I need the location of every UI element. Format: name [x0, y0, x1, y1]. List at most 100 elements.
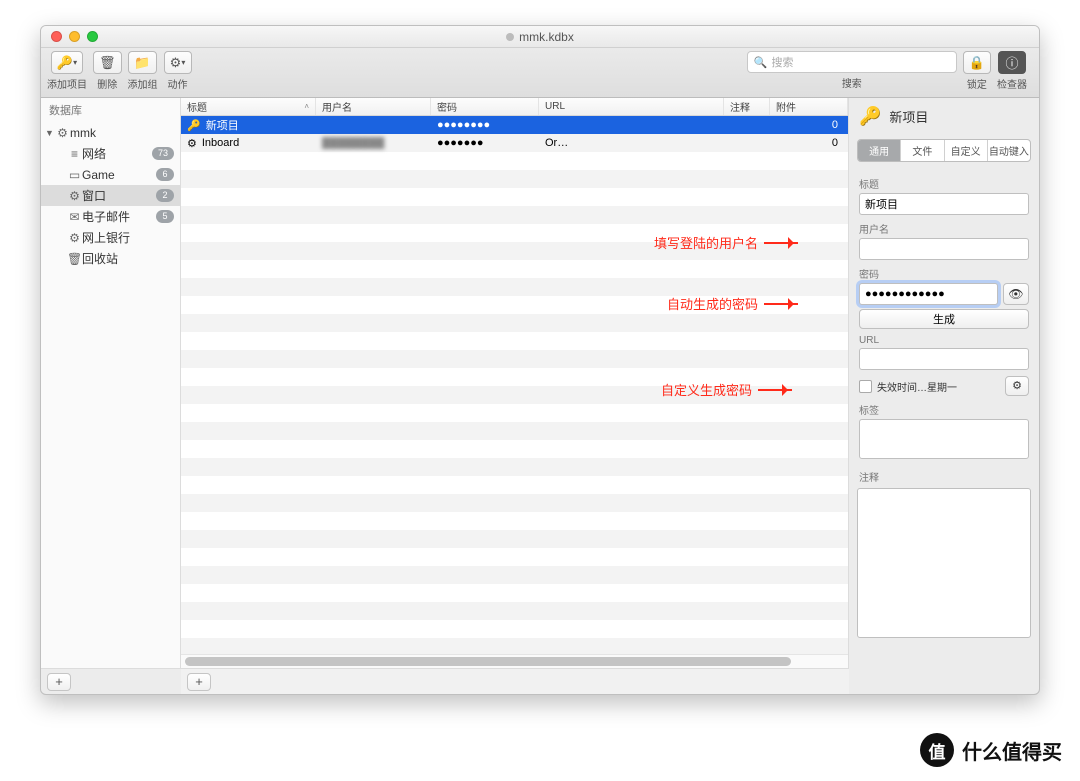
- drive-icon: ≡: [67, 147, 82, 161]
- column-url[interactable]: URL: [539, 98, 724, 115]
- sidebar-item-window[interactable]: ⚙ 窗口 2: [41, 185, 180, 206]
- sidebar: 数据库 ▼ ⚙ mmk ≡ 网络 73 ▭ Game 6 ⚙: [41, 98, 181, 668]
- annotation-generate: 自定义生成密码: [661, 380, 792, 399]
- list-header: 标题˄ 用户名 密码 URL 注释 附件: [181, 98, 848, 116]
- toolbar: 🔑▾ 添加项目 🗑 删除 📁 添加组 ⚙▾ 动作 🔍 搜索 搜索 🔒 锁定: [41, 48, 1039, 98]
- url-label: URL: [859, 335, 1029, 346]
- watermark: 值 什么值得买: [920, 733, 1062, 767]
- entry-att: 0: [770, 137, 848, 149]
- search-input[interactable]: 🔍 搜索: [747, 51, 957, 73]
- disclosure-icon[interactable]: ▼: [45, 128, 55, 138]
- url-field[interactable]: [859, 348, 1029, 370]
- inspector-header: 🔑 新项目: [849, 98, 1039, 135]
- add-group-footer-button[interactable]: +: [47, 673, 71, 691]
- sidebar-item-label: Game: [82, 168, 156, 182]
- window-controls: [41, 31, 98, 42]
- table-row[interactable]: 🔑新项目 ●●●●●●●● 0: [181, 116, 848, 134]
- tab-general[interactable]: 通用: [858, 140, 901, 161]
- tab-files[interactable]: 文件: [901, 140, 944, 161]
- expire-settings-button[interactable]: ⚙: [1005, 376, 1029, 396]
- entry-title: Inboard: [202, 137, 239, 149]
- tree-root-label: mmk: [70, 126, 174, 140]
- sidebar-item-label: 窗口: [82, 187, 156, 204]
- sidebar-item-label: 网上银行: [82, 229, 174, 246]
- count-badge: 6: [156, 168, 174, 181]
- notes-field[interactable]: [857, 488, 1031, 638]
- username-label: 用户名: [859, 221, 1029, 236]
- column-notes[interactable]: 注释: [724, 98, 770, 115]
- gear-icon: ⚙: [187, 137, 197, 150]
- expire-checkbox[interactable]: [859, 380, 872, 393]
- add-entry-footer-button[interactable]: +: [187, 673, 211, 691]
- list-footer: +: [181, 668, 849, 694]
- count-badge: 2: [156, 189, 174, 202]
- tags-field[interactable]: [859, 419, 1029, 459]
- sidebar-item-game[interactable]: ▭ Game 6: [41, 164, 180, 185]
- horizontal-scrollbar[interactable]: [181, 654, 848, 668]
- zoom-window-button[interactable]: [87, 31, 98, 42]
- add-entry-button[interactable]: 🔑▾: [51, 51, 83, 74]
- entry-att: 0: [770, 119, 848, 131]
- reveal-password-button[interactable]: 👁: [1003, 283, 1029, 305]
- gear-icon: ⚙: [67, 189, 82, 203]
- gear-icon: ⚙: [67, 231, 82, 245]
- count-badge: 5: [156, 210, 174, 223]
- generate-password-button[interactable]: 生成: [859, 309, 1029, 329]
- titlebar: mmk.kdbx: [41, 26, 1039, 48]
- inspector-label: 检查器: [997, 76, 1027, 91]
- search-label: 搜索: [842, 75, 862, 90]
- app-window: mmk.kdbx 🔑▾ 添加项目 🗑 删除 📁 添加组 ⚙▾ 动作 🔍 搜索 搜…: [40, 25, 1040, 695]
- annotation-password: 自动生成的密码: [667, 294, 798, 313]
- delete-button[interactable]: 🗑: [93, 51, 122, 74]
- sidebar-item-trash[interactable]: 🗑 回收站: [41, 248, 180, 269]
- window-title: mmk.kdbx: [41, 30, 1039, 44]
- column-password[interactable]: 密码: [431, 98, 539, 115]
- key-icon: 🔑: [859, 106, 881, 127]
- watermark-badge-icon: 值: [920, 733, 954, 767]
- sidebar-item-email[interactable]: ✉ 电子邮件 5: [41, 206, 180, 227]
- password-field[interactable]: [859, 283, 998, 305]
- sidebar-header: 数据库: [41, 98, 180, 122]
- inspector-toggle-button[interactable]: ⓘ: [998, 51, 1026, 74]
- actions-label: 动作: [168, 76, 188, 91]
- group-tree: ▼ ⚙ mmk ≡ 网络 73 ▭ Game 6 ⚙ 窗口 2: [41, 122, 180, 668]
- tab-autotype[interactable]: 自动键入: [988, 140, 1030, 161]
- lock-label: 锁定: [967, 76, 987, 91]
- actions-button[interactable]: ⚙▾: [164, 51, 192, 74]
- minimize-window-button[interactable]: [69, 31, 80, 42]
- entry-pass: ●●●●●●●: [431, 137, 539, 149]
- add-group-label: 添加组: [128, 76, 158, 91]
- sidebar-item-label: 网络: [82, 145, 152, 162]
- delete-label: 删除: [97, 76, 117, 91]
- count-badge: 73: [152, 147, 174, 160]
- add-entry-label: 添加项目: [47, 76, 87, 91]
- password-label: 密码: [859, 266, 1029, 281]
- search-icon: 🔍: [754, 56, 768, 69]
- notes-label: 注释: [849, 469, 1039, 484]
- table-row[interactable]: ⚙Inboard ████████ ●●●●●●● Or… 0: [181, 134, 848, 152]
- sidebar-item-network[interactable]: ≡ 网络 73: [41, 143, 180, 164]
- add-group-button[interactable]: 📁: [128, 51, 156, 74]
- annotation-username: 填写登陆的用户名: [654, 233, 798, 252]
- sidebar-item-label: 电子邮件: [82, 208, 156, 225]
- entry-url: Or…: [539, 137, 724, 149]
- column-username[interactable]: 用户名: [316, 98, 431, 115]
- trash-icon: 🗑: [67, 252, 82, 266]
- inspector-tabs: 通用 文件 自定义 自动键入: [857, 139, 1031, 162]
- title-field[interactable]: [859, 193, 1029, 215]
- tab-custom[interactable]: 自定义: [945, 140, 988, 161]
- expire-label: 失效时间…星期一: [877, 379, 957, 394]
- column-title[interactable]: 标题˄: [181, 98, 316, 115]
- sidebar-item-banking[interactable]: ⚙ 网上银行: [41, 227, 180, 248]
- folder-icon: ▭: [67, 168, 82, 182]
- key-icon: 🔑: [187, 119, 201, 132]
- inspector-panel: 🔑 新项目 通用 文件 自定义 自动键入 标题 用户名 密码 👁 生成: [849, 98, 1039, 668]
- eye-icon: 👁: [1008, 287, 1023, 301]
- username-field[interactable]: [859, 238, 1029, 260]
- tree-root[interactable]: ▼ ⚙ mmk: [41, 122, 180, 143]
- lock-button[interactable]: 🔒: [963, 51, 991, 74]
- column-attachments[interactable]: 附件: [770, 98, 848, 115]
- close-window-button[interactable]: [51, 31, 62, 42]
- entry-pass: ●●●●●●●●: [431, 119, 539, 131]
- title-label: 标题: [859, 176, 1029, 191]
